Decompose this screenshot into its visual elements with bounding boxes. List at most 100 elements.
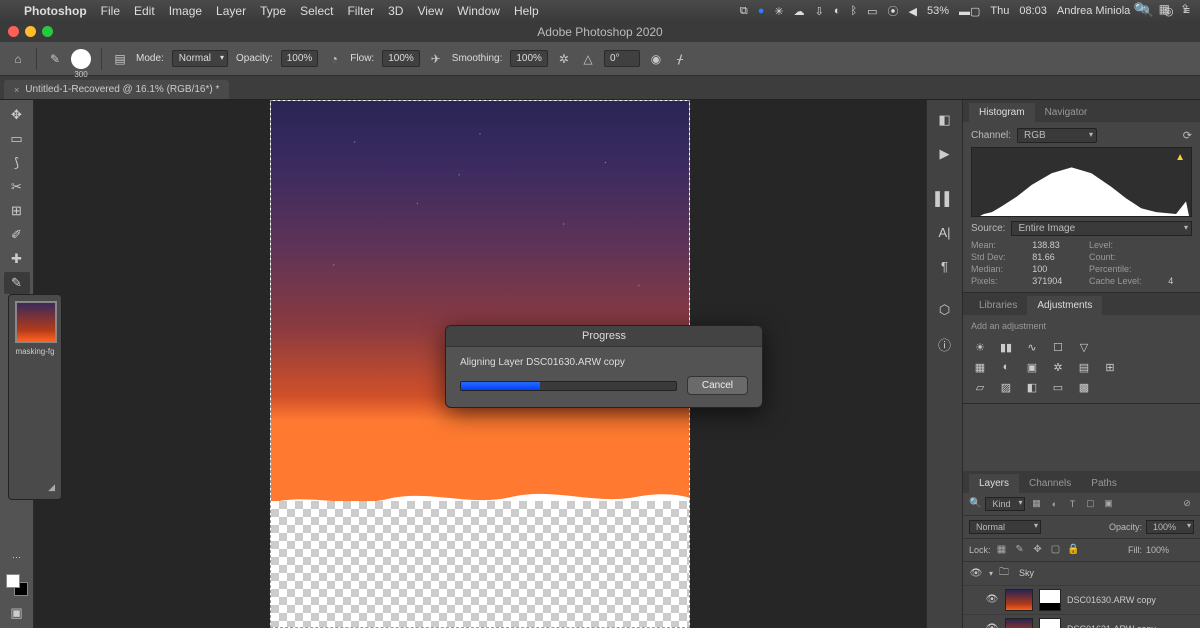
eyedropper-tool-icon[interactable]: ✐ — [4, 224, 30, 246]
wifi-icon[interactable]: ⦿ — [887, 3, 898, 19]
cancel-button[interactable]: Cancel — [687, 376, 748, 395]
foreground-background-swatch[interactable] — [6, 574, 28, 596]
close-tab-icon[interactable]: × — [14, 85, 19, 95]
gradient-map-icon[interactable]: ▭ — [1049, 379, 1067, 395]
layer-mask-thumb[interactable] — [1039, 618, 1061, 628]
lock-transparent-icon[interactable]: ▦ — [995, 543, 1009, 557]
tab-navigator[interactable]: Navigator — [1035, 103, 1098, 122]
frame-tool-icon[interactable]: ⊞ — [4, 200, 30, 222]
paragraph-panel-icon[interactable]: ¶ — [935, 256, 955, 276]
filter-shape-icon[interactable]: ▢ — [1083, 497, 1097, 511]
photo-filter-icon[interactable]: ▣ — [1023, 359, 1041, 375]
angle-value[interactable]: 0° — [604, 50, 640, 67]
pressure-size-icon[interactable]: ◉ — [648, 51, 664, 67]
menu-window[interactable]: Window — [457, 4, 500, 18]
display-icon[interactable]: ▭ — [867, 5, 877, 18]
brightness-icon[interactable]: ☀ — [971, 339, 989, 355]
tab-libraries[interactable]: Libraries — [969, 296, 1027, 315]
layer-opacity-value[interactable]: 100% — [1146, 520, 1194, 534]
visibility-icon[interactable]: 👁 — [985, 623, 999, 628]
histogram-refresh-icon[interactable]: ⟳ — [1183, 129, 1192, 142]
user-name[interactable]: Andrea Miniola — [1057, 5, 1130, 17]
group-name[interactable]: Sky — [1019, 568, 1034, 578]
blend-mode-dropdown[interactable]: Normal — [969, 520, 1041, 534]
menu-file[interactable]: File — [101, 4, 120, 18]
smoothing-gear-icon[interactable]: ✲ — [556, 51, 572, 67]
tab-adjustments[interactable]: Adjustments — [1027, 296, 1102, 315]
color-panel-icon[interactable]: ◧ — [935, 110, 955, 130]
brush-tool-icon[interactable]: ✎ — [47, 51, 63, 67]
lasso-tool-icon[interactable]: ⟆ — [4, 152, 30, 174]
tab-layers[interactable]: Layers — [969, 474, 1019, 493]
tab-paths[interactable]: Paths — [1081, 474, 1127, 493]
clock-icon[interactable]: ◐ — [834, 5, 841, 17]
status-dot-icon[interactable]: ● — [758, 5, 765, 17]
exposure-icon[interactable]: ☐ — [1049, 339, 1067, 355]
menu-help[interactable]: Help — [514, 4, 539, 18]
filter-toggle-icon[interactable]: ⊘ — [1180, 497, 1194, 511]
menu-layer[interactable]: Layer — [216, 4, 246, 18]
lock-position-icon[interactable]: ✥ — [1031, 543, 1045, 557]
chevron-down-icon[interactable]: ▾ — [989, 569, 993, 578]
smoothing-value[interactable]: 100% — [510, 50, 548, 67]
menu-select[interactable]: Select — [300, 4, 333, 18]
quickmask-icon[interactable]: ▣ — [4, 602, 30, 624]
bluetooth-icon[interactable]: ᛒ — [850, 5, 857, 17]
share-icon[interactable]: ⇪ — [1180, 2, 1190, 16]
filter-smart-icon[interactable]: ▣ — [1101, 497, 1115, 511]
lock-artboard-icon[interactable]: ▢ — [1049, 543, 1063, 557]
menu-3d[interactable]: 3D — [388, 4, 403, 18]
info-panel-icon[interactable]: ⓘ — [935, 334, 955, 354]
layer-name[interactable]: DSC01631.ARW copy — [1067, 624, 1156, 628]
tab-histogram[interactable]: Histogram — [969, 103, 1035, 122]
channel-mixer-icon[interactable]: ✲ — [1049, 359, 1067, 375]
menu-image[interactable]: Image — [169, 4, 202, 18]
filter-type-icon[interactable]: T — [1065, 497, 1079, 511]
layer-group[interactable]: 👁 ▾ 🗀 Sky — [963, 562, 1200, 586]
histogram-warn-icon[interactable]: ▲ — [1175, 152, 1185, 163]
channel-dropdown[interactable]: RGB — [1017, 128, 1097, 143]
opacity-value[interactable]: 100% — [281, 50, 319, 67]
menu-view[interactable]: View — [417, 4, 443, 18]
kind-dropdown[interactable]: Kind — [985, 497, 1025, 511]
brush-preview[interactable]: 300 — [71, 49, 91, 69]
dropbox-icon[interactable]: ⧉ — [740, 5, 748, 18]
flow-value[interactable]: 100% — [382, 50, 420, 67]
symmetry-icon[interactable]: ᚋ — [672, 51, 688, 67]
healing-tool-icon[interactable]: ✚ — [4, 248, 30, 270]
volume-icon[interactable]: ◀ — [908, 5, 916, 18]
visibility-icon[interactable]: 👁 — [985, 594, 999, 605]
lock-all-icon[interactable]: 🔒 — [1067, 543, 1081, 557]
traffic-lights[interactable] — [0, 22, 61, 41]
cloud2-icon[interactable]: ☁ — [794, 5, 805, 18]
crop-tool-icon[interactable]: ✂ — [4, 176, 30, 198]
invert-icon[interactable]: ▱ — [971, 379, 989, 395]
doc-panel-grip[interactable]: ◢ — [15, 482, 55, 493]
layer-thumb[interactable] — [1005, 589, 1033, 611]
search-icon[interactable]: 🔍 — [1134, 2, 1149, 16]
posterize-icon[interactable]: ▨ — [997, 379, 1015, 395]
levels-icon[interactable]: ▮▮ — [997, 339, 1015, 355]
home-icon[interactable]: ⌂ — [10, 51, 26, 67]
swatches-panel-icon[interactable]: ▶ — [935, 144, 955, 164]
fill-value[interactable]: 100% — [1146, 545, 1194, 555]
brush-panel-icon[interactable]: ▤ — [112, 51, 128, 67]
color-lookup-icon[interactable]: ▤ — [1075, 359, 1093, 375]
move-tool-icon[interactable]: ✥ — [4, 104, 30, 126]
airbrush-icon[interactable]: ✈ — [428, 51, 444, 67]
layer-mask-thumb[interactable] — [1039, 589, 1061, 611]
layer-thumb[interactable] — [1005, 618, 1033, 628]
layer-name[interactable]: DSC01630.ARW copy — [1067, 595, 1156, 605]
lock-pixels-icon[interactable]: ✎ — [1013, 543, 1027, 557]
mode-dropdown[interactable]: Normal — [172, 50, 228, 67]
workspace-icon[interactable]: ▦ — [1159, 2, 1170, 16]
vibrance-icon[interactable]: ▽ — [1075, 339, 1093, 355]
menu-filter[interactable]: Filter — [347, 4, 374, 18]
app-name[interactable]: Photoshop — [24, 4, 87, 18]
source-dropdown[interactable]: Entire Image — [1011, 221, 1192, 236]
download-icon[interactable]: ⇩ — [815, 5, 824, 18]
document-tab[interactable]: × Untitled-1-Recovered @ 16.1% (RGB/16*)… — [4, 80, 229, 99]
more-adj-icon[interactable]: ⊞ — [1101, 359, 1119, 375]
threshold-icon[interactable]: ◧ — [1023, 379, 1041, 395]
character-panel-icon[interactable]: A| — [935, 222, 955, 242]
